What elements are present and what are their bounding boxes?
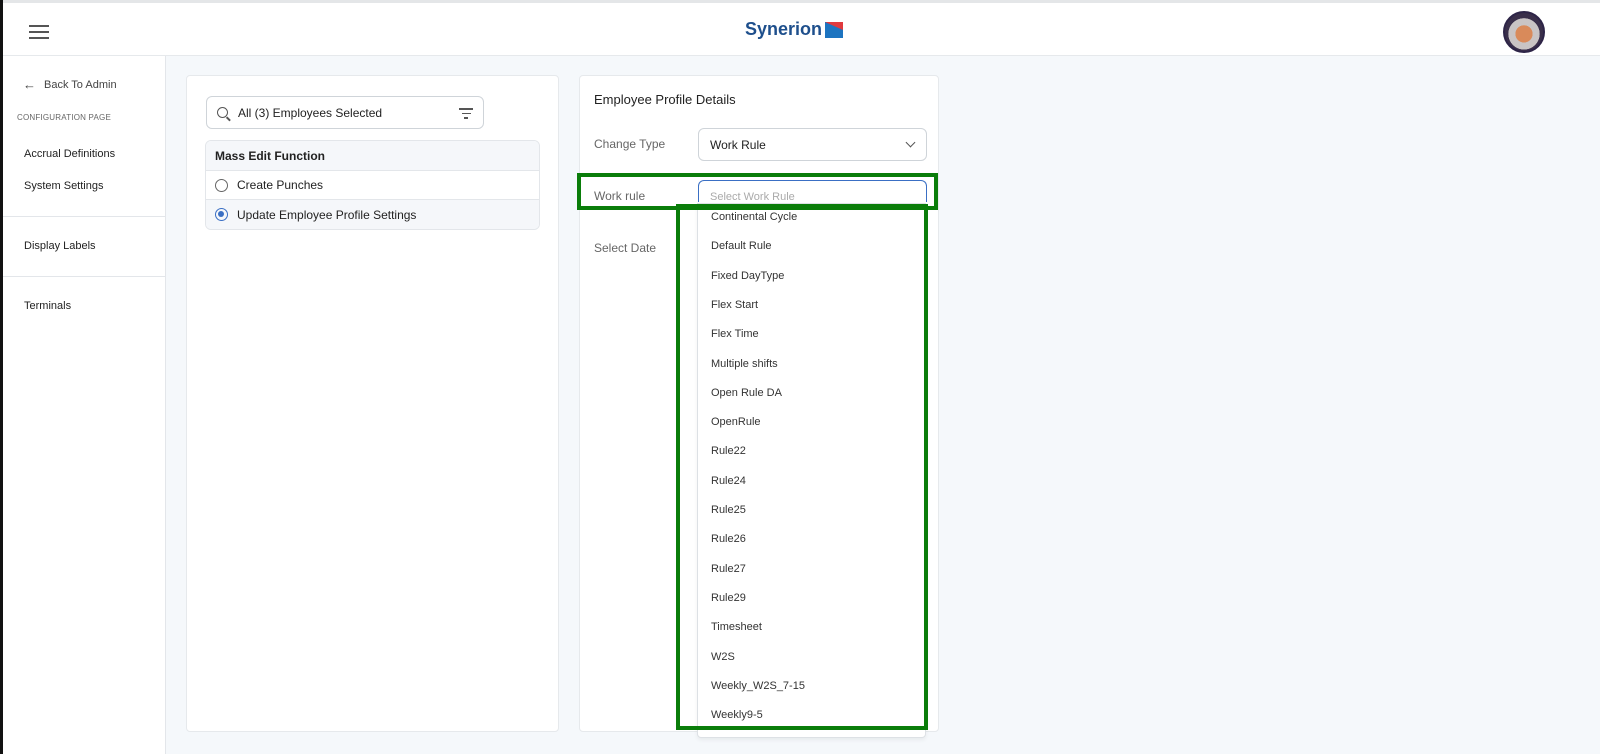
top-header: Synerion: [3, 0, 1600, 56]
employee-selection-card: All (3) Employees Selected Mass Edit Fun…: [186, 75, 559, 732]
avatar[interactable]: [1503, 11, 1545, 53]
sidebar-item-display-labels[interactable]: Display Labels: [24, 240, 96, 252]
sidebar-item-accrual-definitions[interactable]: Accrual Definitions: [24, 148, 115, 160]
highlight-box-dropdown: [676, 204, 928, 730]
radio-update-employee-profile-settings[interactable]: Update Employee Profile Settings: [206, 200, 539, 229]
chevron-down-icon: [905, 137, 916, 148]
arrow-left-icon: ←: [23, 77, 36, 92]
back-label: Back To Admin: [44, 78, 117, 91]
sidebar: ← Back To Admin CONFIGURATION PAGE Accrua…: [3, 56, 166, 754]
radio-icon[interactable]: [215, 178, 228, 192]
radio-selected-icon[interactable]: [215, 208, 228, 221]
change-type-value: Work Rule: [710, 138, 766, 152]
card-title: Employee Profile Details: [594, 92, 736, 107]
option-label: Update Employee Profile Settings: [237, 207, 417, 222]
employee-search-input[interactable]: All (3) Employees Selected: [206, 96, 484, 129]
logo-mark-icon: [825, 21, 844, 38]
search-icon: [217, 107, 228, 118]
sidebar-item-system-settings[interactable]: System Settings: [24, 180, 103, 192]
change-type-label: Change Type: [594, 137, 666, 151]
mass-edit-title: Mass Edit Function: [206, 141, 539, 171]
change-type-select[interactable]: Work Rule: [698, 128, 927, 161]
section-heading: CONFIGURATION PAGE: [17, 113, 111, 122]
synerion-logo: Synerion: [745, 19, 844, 40]
brand-name: Synerion: [745, 19, 823, 39]
mass-edit-function-group: Mass Edit Function Create Punches Update…: [205, 140, 540, 230]
back-to-admin-link[interactable]: ← Back To Admin: [23, 77, 117, 92]
option-label: Create Punches: [237, 178, 324, 192]
search-value: All (3) Employees Selected: [238, 105, 383, 120]
radio-create-punches[interactable]: Create Punches: [206, 171, 539, 200]
filter-icon[interactable]: [459, 108, 473, 122]
divider: [3, 276, 166, 277]
sidebar-item-terminals[interactable]: Terminals: [24, 300, 71, 312]
divider: [3, 216, 166, 217]
select-date-label: Select Date: [594, 241, 657, 255]
hamburger-menu-icon[interactable]: [29, 25, 49, 39]
